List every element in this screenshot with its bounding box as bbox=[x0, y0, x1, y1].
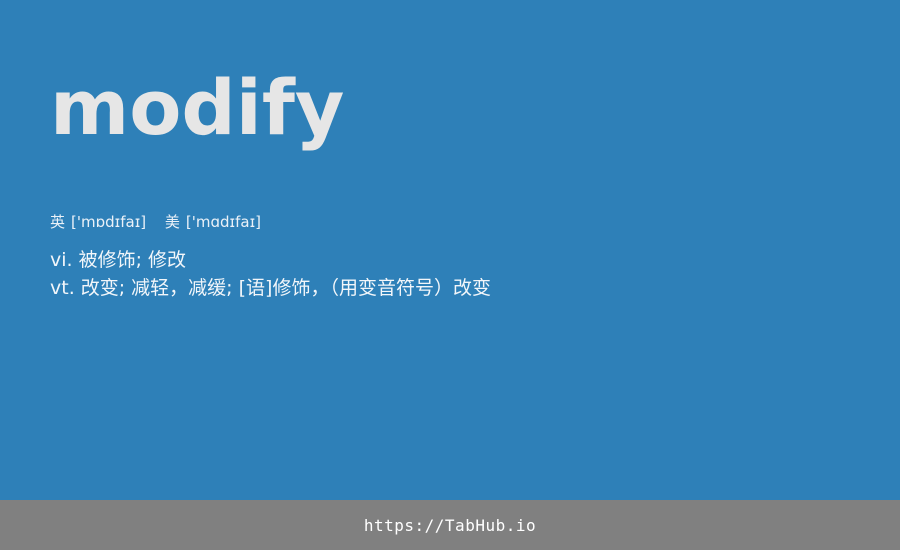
uk-pronunciation: 英 ['mɒdɪfaɪ] bbox=[50, 212, 146, 232]
us-label: 美 bbox=[164, 213, 180, 231]
pronunciations: 英 ['mɒdɪfaɪ] 美 ['mɑdɪfaɪ] bbox=[50, 212, 275, 232]
definitions-list: vi. 被修饰; 修改 vt. 改变; 减轻，减缓; [语]修饰，（用变音符号）改变 bbox=[50, 246, 491, 302]
tabhub-link[interactable]: https://TabHub.io bbox=[364, 516, 536, 535]
part-of-speech: vi. bbox=[50, 249, 73, 271]
definition-item: vi. 被修饰; 修改 bbox=[50, 246, 491, 274]
footer-bar: https://TabHub.io bbox=[0, 500, 900, 550]
us-pronunciation: 美 ['mɑdɪfaɪ] bbox=[165, 212, 261, 232]
uk-label: 英 bbox=[50, 213, 66, 231]
definition-text: 被修饰; 修改 bbox=[78, 249, 187, 271]
uk-ipa: ['mɒdɪfaɪ] bbox=[71, 213, 147, 231]
definition-item: vt. 改变; 减轻，减缓; [语]修饰，（用变音符号）改变 bbox=[50, 274, 491, 302]
headword: modify bbox=[50, 63, 345, 152]
part-of-speech: vt. bbox=[50, 277, 75, 299]
flashcard-panel: modify 英 ['mɒdɪfaɪ] 美 ['mɑdɪfaɪ] vi. 被修饰; 修… bbox=[0, 0, 900, 500]
definition-text: 改变; 减轻，减缓; [语]修饰，（用变音符号）改变 bbox=[80, 277, 491, 299]
us-ipa: ['mɑdɪfaɪ] bbox=[185, 213, 262, 231]
